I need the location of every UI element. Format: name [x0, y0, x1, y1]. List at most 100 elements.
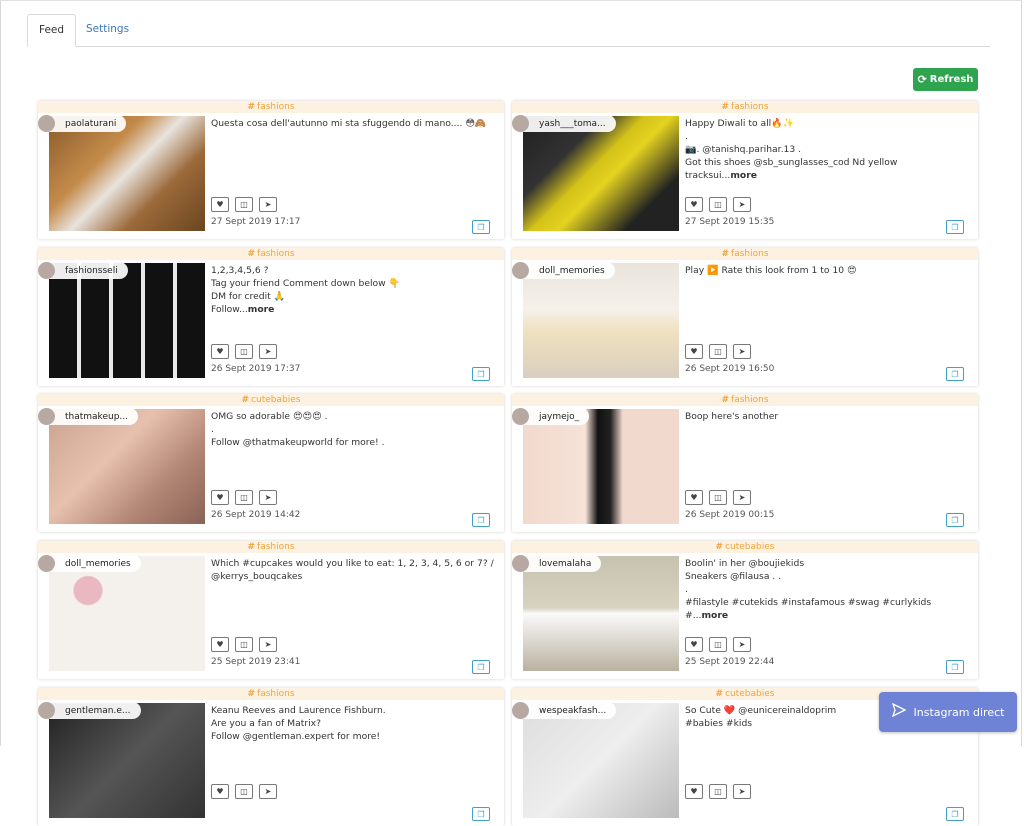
like-button[interactable]: ♥: [685, 784, 703, 799]
post-card: # fashions fashionsseli 1,2,3,4,5,6 ? Tag…: [38, 248, 504, 386]
post-actions: ♥ ◫ ➤: [685, 637, 751, 652]
copy-icon: ❐: [951, 369, 959, 379]
share-button[interactable]: ➤: [259, 637, 277, 652]
more-link[interactable]: more: [730, 170, 757, 181]
caption-text: OMG so adorable 😍😍😍 . . Follow @thatmake…: [211, 411, 385, 448]
comment-button[interactable]: ◫: [709, 197, 727, 212]
copy-button[interactable]: ❐: [472, 367, 490, 381]
post-date: 26 Sept 2019 00:15: [685, 510, 775, 520]
send-icon: [891, 702, 907, 721]
comment-icon: ◫: [240, 640, 248, 649]
share-button[interactable]: ➤: [259, 197, 277, 212]
share-button[interactable]: ➤: [733, 344, 751, 359]
post-user[interactable]: thatmakeup...: [38, 408, 138, 425]
like-button[interactable]: ♥: [685, 344, 703, 359]
post-user[interactable]: yash___toma...: [512, 115, 616, 132]
caption-text: Questa cosa dell'autunno mi sta sfuggend…: [211, 118, 487, 129]
send-icon: ➤: [264, 640, 272, 649]
heart-icon: ♥: [690, 493, 698, 502]
hashtag-banner: # fashions: [512, 394, 978, 406]
share-button[interactable]: ➤: [733, 784, 751, 799]
share-button[interactable]: ➤: [259, 784, 277, 799]
post-user[interactable]: lovemalaha: [512, 555, 602, 572]
copy-button[interactable]: ❐: [946, 220, 964, 234]
post-card: # cutebabies lovemalaha Boolin' in her @b…: [512, 541, 978, 679]
share-button[interactable]: ➤: [733, 637, 751, 652]
hashtag-label: fashions: [731, 102, 769, 112]
hashtag-icon: #: [721, 395, 730, 405]
like-button[interactable]: ♥: [211, 490, 229, 505]
username: paolaturani: [65, 118, 117, 129]
post-user[interactable]: gentleman.e...: [38, 702, 141, 719]
comment-button[interactable]: ◫: [709, 344, 727, 359]
hashtag-icon: #: [247, 102, 256, 112]
like-button[interactable]: ♥: [685, 637, 703, 652]
comment-button[interactable]: ◫: [709, 784, 727, 799]
copy-button[interactable]: ❐: [472, 513, 490, 527]
comment-button[interactable]: ◫: [235, 637, 253, 652]
comment-button[interactable]: ◫: [235, 197, 253, 212]
tab-feed[interactable]: Feed: [27, 14, 77, 47]
copy-button[interactable]: ❐: [946, 367, 964, 381]
post-user[interactable]: doll_memories: [38, 555, 141, 572]
hashtag-banner: # fashions: [38, 541, 504, 553]
more-link[interactable]: more: [701, 610, 728, 621]
post-caption: Which #cupcakes would you like to eat: 1…: [211, 557, 496, 583]
post-thumbnail[interactable]: [523, 263, 679, 378]
post-thumbnail[interactable]: [523, 409, 679, 524]
post-user[interactable]: jaymejo_: [512, 408, 590, 425]
share-button[interactable]: ➤: [733, 490, 751, 505]
share-button[interactable]: ➤: [259, 344, 277, 359]
comment-button[interactable]: ◫: [235, 344, 253, 359]
post-user[interactable]: wespeakfash...: [512, 702, 617, 719]
tab-settings[interactable]: Settings: [75, 14, 140, 45]
copy-icon: ❐: [477, 222, 485, 232]
comment-button[interactable]: ◫: [235, 490, 253, 505]
post-thumbnail[interactable]: [49, 116, 205, 231]
like-button[interactable]: ♥: [211, 784, 229, 799]
refresh-button[interactable]: ⟳ Refresh: [913, 68, 978, 91]
copy-button[interactable]: ❐: [946, 513, 964, 527]
copy-button[interactable]: ❐: [946, 807, 964, 821]
copy-button[interactable]: ❐: [946, 660, 964, 674]
username: fashionsseli: [65, 265, 118, 276]
post-card: # fashions yash___toma... Happy Diwali to…: [512, 101, 978, 239]
post-date: 27 Sept 2019 15:35: [685, 217, 775, 227]
copy-button[interactable]: ❐: [472, 807, 490, 821]
post-user[interactable]: fashionsseli: [38, 262, 128, 279]
instagram-direct-button[interactable]: Instagram direct: [879, 692, 1017, 732]
copy-button[interactable]: ❐: [472, 660, 490, 674]
copy-button[interactable]: ❐: [472, 220, 490, 234]
post-thumbnail[interactable]: [523, 116, 679, 231]
more-link[interactable]: more: [248, 304, 275, 315]
post-card: # fashions paolaturani Questa cosa dell'a…: [38, 101, 504, 239]
heart-icon: ♥: [216, 200, 224, 209]
post-user[interactable]: paolaturani: [38, 115, 127, 132]
post-thumbnail[interactable]: [49, 409, 205, 524]
like-button[interactable]: ♥: [211, 637, 229, 652]
hashtag-banner: # fashions: [38, 248, 504, 260]
comment-button[interactable]: ◫: [709, 637, 727, 652]
post-actions: ♥ ◫ ➤: [211, 197, 277, 212]
hashtag-banner: # cutebabies: [512, 541, 978, 553]
post-thumbnail[interactable]: [49, 556, 205, 671]
post-thumbnail[interactable]: [523, 556, 679, 671]
share-button[interactable]: ➤: [733, 197, 751, 212]
post-caption: Boop here's another: [685, 410, 970, 423]
hashtag-label: fashions: [257, 689, 295, 699]
like-button[interactable]: ♥: [211, 344, 229, 359]
like-button[interactable]: ♥: [685, 490, 703, 505]
share-button[interactable]: ➤: [259, 490, 277, 505]
tab-bar: Feed Settings: [27, 14, 990, 47]
comment-icon: ◫: [240, 347, 248, 356]
like-button[interactable]: ♥: [685, 197, 703, 212]
post-thumbnail[interactable]: [523, 703, 679, 818]
post-thumbnail[interactable]: [49, 703, 205, 818]
comment-button[interactable]: ◫: [709, 490, 727, 505]
post-thumbnail[interactable]: [49, 263, 205, 378]
post-user[interactable]: doll_memories: [512, 262, 615, 279]
like-button[interactable]: ♥: [211, 197, 229, 212]
heart-icon: ♥: [216, 493, 224, 502]
comment-button[interactable]: ◫: [235, 784, 253, 799]
heart-icon: ♥: [690, 787, 698, 796]
